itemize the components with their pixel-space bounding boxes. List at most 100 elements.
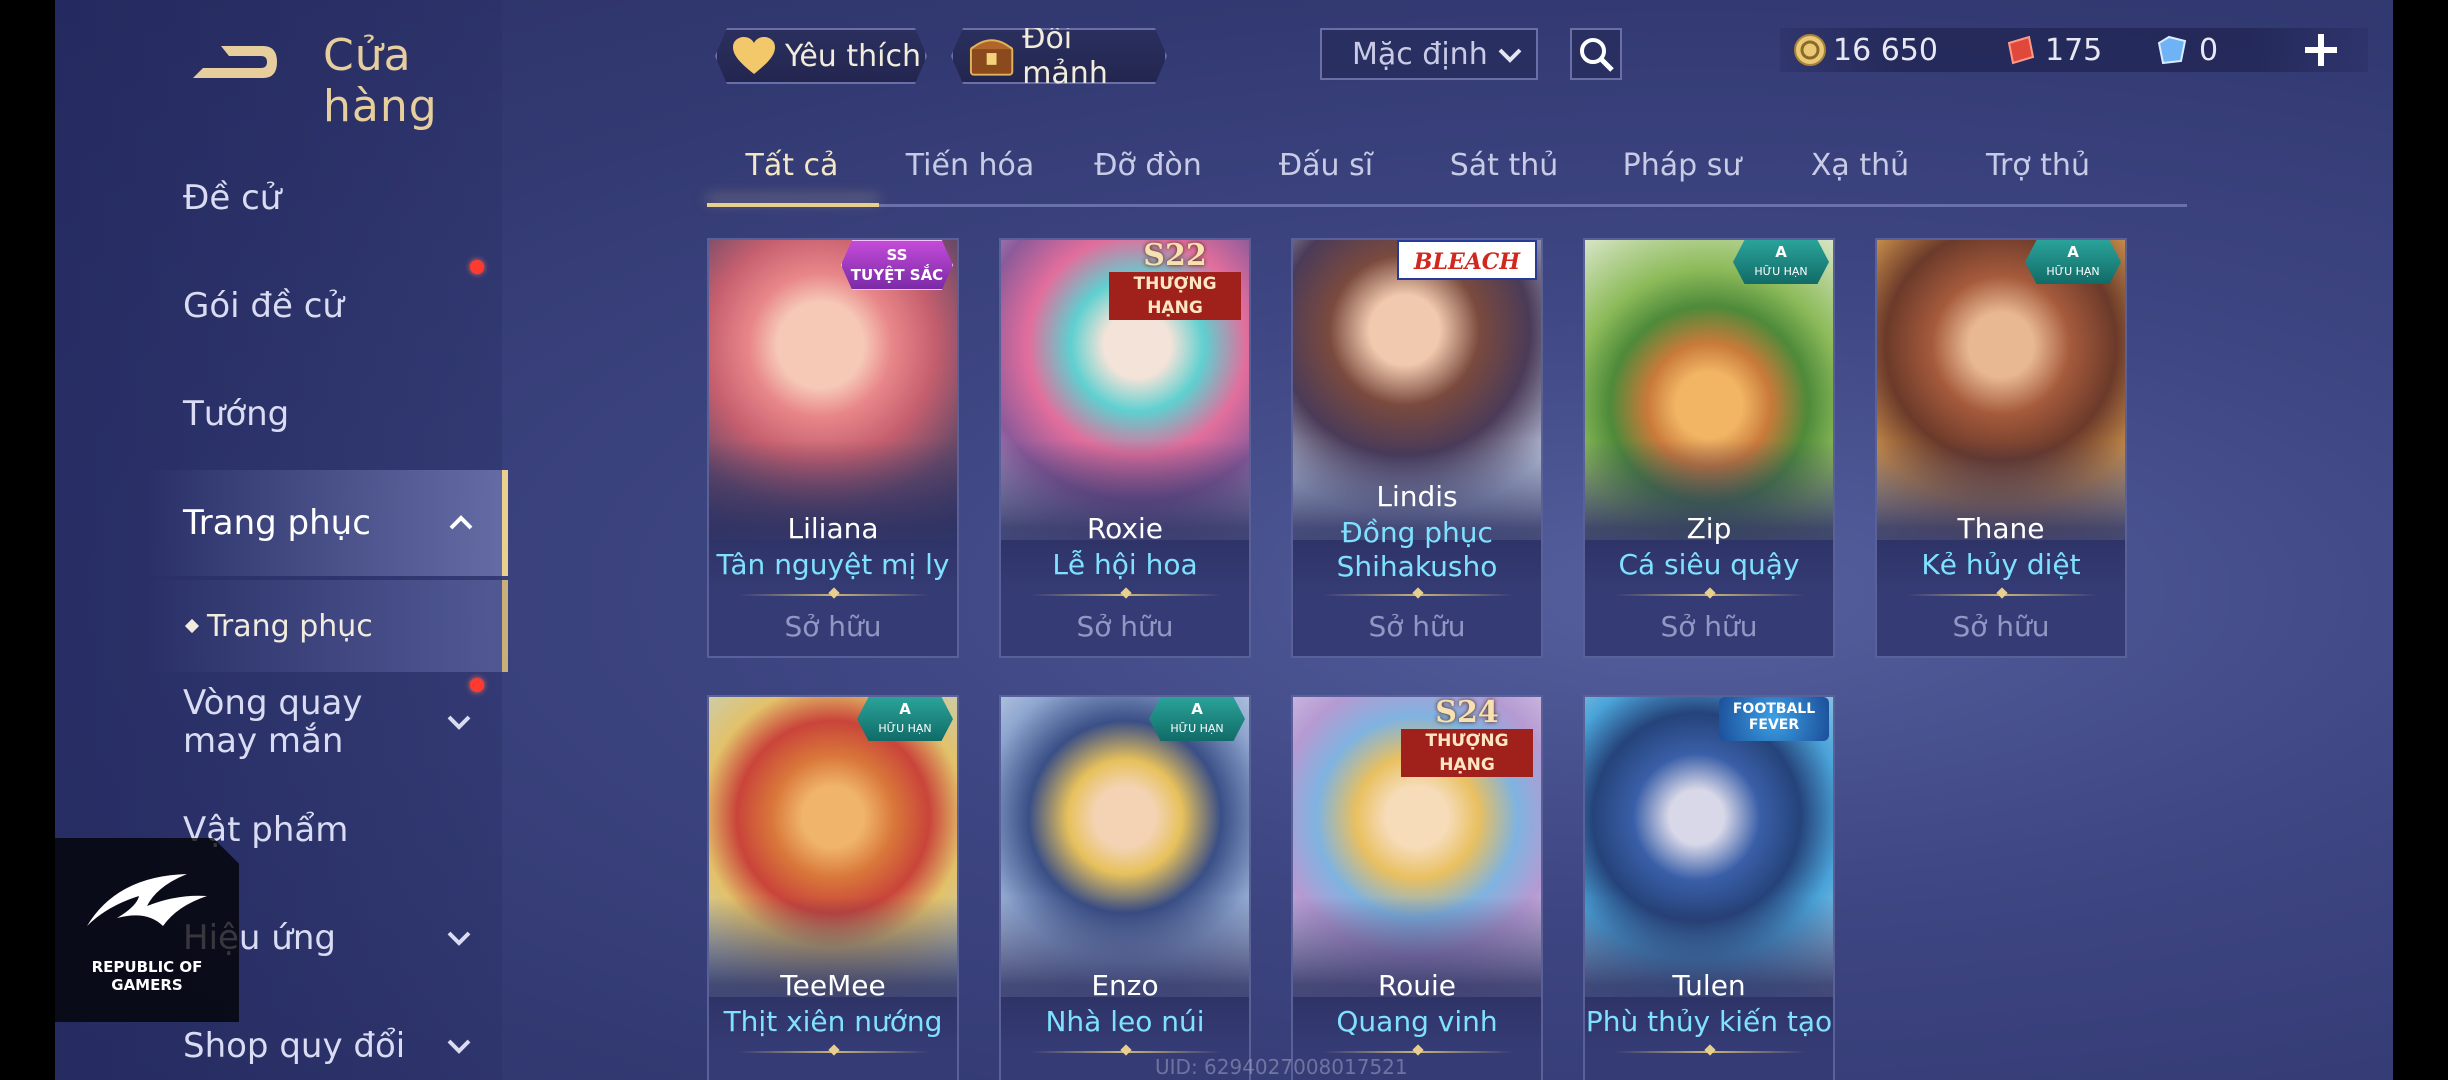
- skin-name: Nhà leo núi: [1045, 1005, 1205, 1038]
- rog-logo-icon: [87, 874, 207, 926]
- collab-badge: FOOTBALL FEVER: [1719, 697, 1829, 741]
- owned-status: Sở hữu: [1660, 610, 1758, 643]
- skin-card[interactable]: A HỮU HẠN Enzo Nhà leo núi: [999, 695, 1251, 1080]
- rarity-badge: S22 THƯỢNG HẠNG: [1105, 240, 1245, 320]
- rog-text-line2: GAMERS: [111, 976, 183, 994]
- divider: [1907, 594, 2097, 596]
- sidebar-item-label: Vòng quay may mắn: [183, 683, 363, 761]
- chevron-down-icon: [447, 1039, 471, 1054]
- hero-name: Zip: [1686, 512, 1732, 545]
- active-tab-indicator: [707, 203, 879, 207]
- chevron-down-icon: [1498, 48, 1522, 63]
- hero-name: Thane: [1957, 512, 2045, 545]
- sidebar-item-heroes[interactable]: Tướng: [55, 366, 502, 462]
- hero-name: TeeMee: [780, 969, 886, 1002]
- skin-card[interactable]: A HỮU HẠN Zip Cá siêu quậy Sở hữu: [1583, 238, 1835, 658]
- gem-currency: 0: [2155, 30, 2218, 70]
- tab-all[interactable]: Tất cả: [707, 148, 877, 183]
- skin-card[interactable]: S24 THƯỢNG HẠNG Rouie Quang vinh: [1291, 695, 1543, 1080]
- favorites-button[interactable]: Yêu thích: [715, 28, 927, 84]
- owned-status: Sở hữu: [1076, 610, 1174, 643]
- gold-amount: 16 650: [1833, 32, 1938, 68]
- divider: [1615, 594, 1805, 596]
- bullet-icon: [184, 618, 200, 634]
- tab-assassin[interactable]: Sát thủ: [1419, 148, 1589, 183]
- hero-name: Rouie: [1377, 969, 1457, 1002]
- chevron-down-icon: [447, 931, 471, 946]
- skin-name: Tân nguyệt mị ly: [716, 548, 950, 581]
- hero-name: Tulen: [1672, 969, 1746, 1002]
- skin-card[interactable]: A HỮU HẠN Thane Kẻ hủy diệt Sở hữu: [1875, 238, 2127, 658]
- rog-watermark: REPUBLIC OF GAMERS: [55, 838, 239, 1022]
- add-currency-button[interactable]: [2301, 30, 2341, 70]
- rarity-badge: A HỮU HẠN: [2025, 240, 2121, 284]
- rarity-badge: A HỮU HẠN: [1733, 240, 1829, 284]
- sidebar-item-recommended[interactable]: Đề cử: [55, 150, 502, 246]
- chest-icon: [967, 33, 1016, 79]
- tab-evolution[interactable]: Tiến hóa: [885, 148, 1055, 183]
- sidebar-subitem-skins[interactable]: Trang phục: [145, 580, 508, 672]
- exchange-label: Đổi mảnh: [1022, 21, 1108, 91]
- divider: [1323, 594, 1513, 596]
- gem-amount: 0: [2199, 32, 2219, 68]
- skin-card[interactable]: S22 THƯỢNG HẠNG Roxie Lễ hội hoa Sở hữu: [999, 238, 1251, 658]
- chevron-down-icon: [447, 715, 471, 730]
- heart-icon: [731, 36, 777, 76]
- exchange-shards-button[interactable]: Đổi mảnh: [951, 28, 1167, 84]
- sidebar-item-recommended-packs[interactable]: Gói đề cử: [55, 258, 502, 354]
- rarity-badge: A HỮU HẠN: [857, 697, 953, 741]
- divider: [739, 1051, 929, 1053]
- sidebar-subitem-label: Trang phục: [207, 608, 373, 644]
- skin-name: Lễ hội hoa: [1052, 548, 1198, 581]
- owned-status: Sở hữu: [1952, 610, 2050, 643]
- voucher-currency: 175: [2003, 30, 2102, 70]
- divider: [1031, 1051, 1221, 1053]
- sidebar-item-label: Đề cử: [183, 178, 282, 218]
- skin-name: Kẻ hủy diệt: [1921, 548, 2081, 581]
- gold-currency: 16 650: [1793, 30, 1938, 70]
- skin-card[interactable]: FOOTBALL FEVER Tulen Phù thủy kiến tạo: [1583, 695, 1835, 1080]
- sidebar-item-lucky-spin[interactable]: Vòng quay may mắn: [55, 672, 502, 772]
- back-arrow-icon[interactable]: [185, 32, 285, 92]
- skin-name: Cá siêu quậy: [1618, 548, 1800, 581]
- rog-text-line1: REPUBLIC OF: [91, 958, 203, 976]
- sidebar-item-label: Trang phục: [183, 503, 371, 543]
- gold-coin-icon: [1794, 34, 1826, 66]
- skin-card[interactable]: SS TUYỆT SẮC Liliana Tân nguyệt mị ly Sở …: [707, 238, 959, 658]
- skin-card[interactable]: A HỮU HẠN TeeMee Thịt xiên nướng: [707, 695, 959, 1080]
- chevron-up-icon: [449, 515, 473, 530]
- tab-tank[interactable]: Đỡ đòn: [1063, 148, 1233, 183]
- category-tabs: Tất cả Tiến hóa Đỡ đòn Đấu sĩ Sát thủ Ph…: [707, 140, 2187, 207]
- tab-mage[interactable]: Pháp sư: [1597, 148, 1767, 183]
- collab-badge: BLEACH: [1397, 240, 1537, 280]
- tab-marksman[interactable]: Xạ thủ: [1775, 148, 1945, 183]
- hero-name: Lindis: [1376, 480, 1458, 513]
- sort-dropdown[interactable]: Mặc định: [1320, 28, 1538, 80]
- tab-fighter[interactable]: Đấu sĩ: [1241, 148, 1411, 183]
- page-title: Cửa hàng: [323, 30, 438, 132]
- sort-value: Mặc định: [1352, 36, 1488, 72]
- skin-name: Đồng phục Shihakusho: [1336, 516, 1498, 583]
- search-button[interactable]: [1570, 28, 1622, 80]
- owned-status: Sở hữu: [784, 610, 882, 643]
- divider: [739, 594, 929, 596]
- skin-name: Quang vinh: [1336, 1005, 1498, 1038]
- hero-name: Liliana: [787, 512, 879, 545]
- divider: [1031, 594, 1221, 596]
- owned-status: Sở hữu: [1368, 610, 1466, 643]
- skin-name: Phù thủy kiến tạo: [1585, 1005, 1833, 1038]
- sidebar-item-skins[interactable]: Trang phục: [145, 470, 508, 576]
- sidebar-item-label: Shop quy đổi: [183, 1026, 406, 1066]
- skin-card[interactable]: BLEACH Lindis Đồng phục Shihakusho Sở hữ…: [1291, 238, 1543, 658]
- notification-dot: [470, 678, 484, 692]
- skin-name: Thịt xiên nướng: [723, 1005, 943, 1038]
- favorites-label: Yêu thích: [785, 38, 921, 74]
- sidebar-item-label: Gói đề cử: [183, 286, 344, 326]
- rarity-badge: A HỮU HẠN: [1149, 697, 1245, 741]
- divider: [1615, 1051, 1805, 1053]
- divider: [1323, 1051, 1513, 1053]
- voucher-amount: 175: [2045, 32, 2103, 68]
- tab-support[interactable]: Trợ thủ: [1953, 148, 2123, 183]
- search-icon: [1580, 38, 1614, 72]
- user-id: UID: 6294027008017521: [1155, 1055, 1408, 1079]
